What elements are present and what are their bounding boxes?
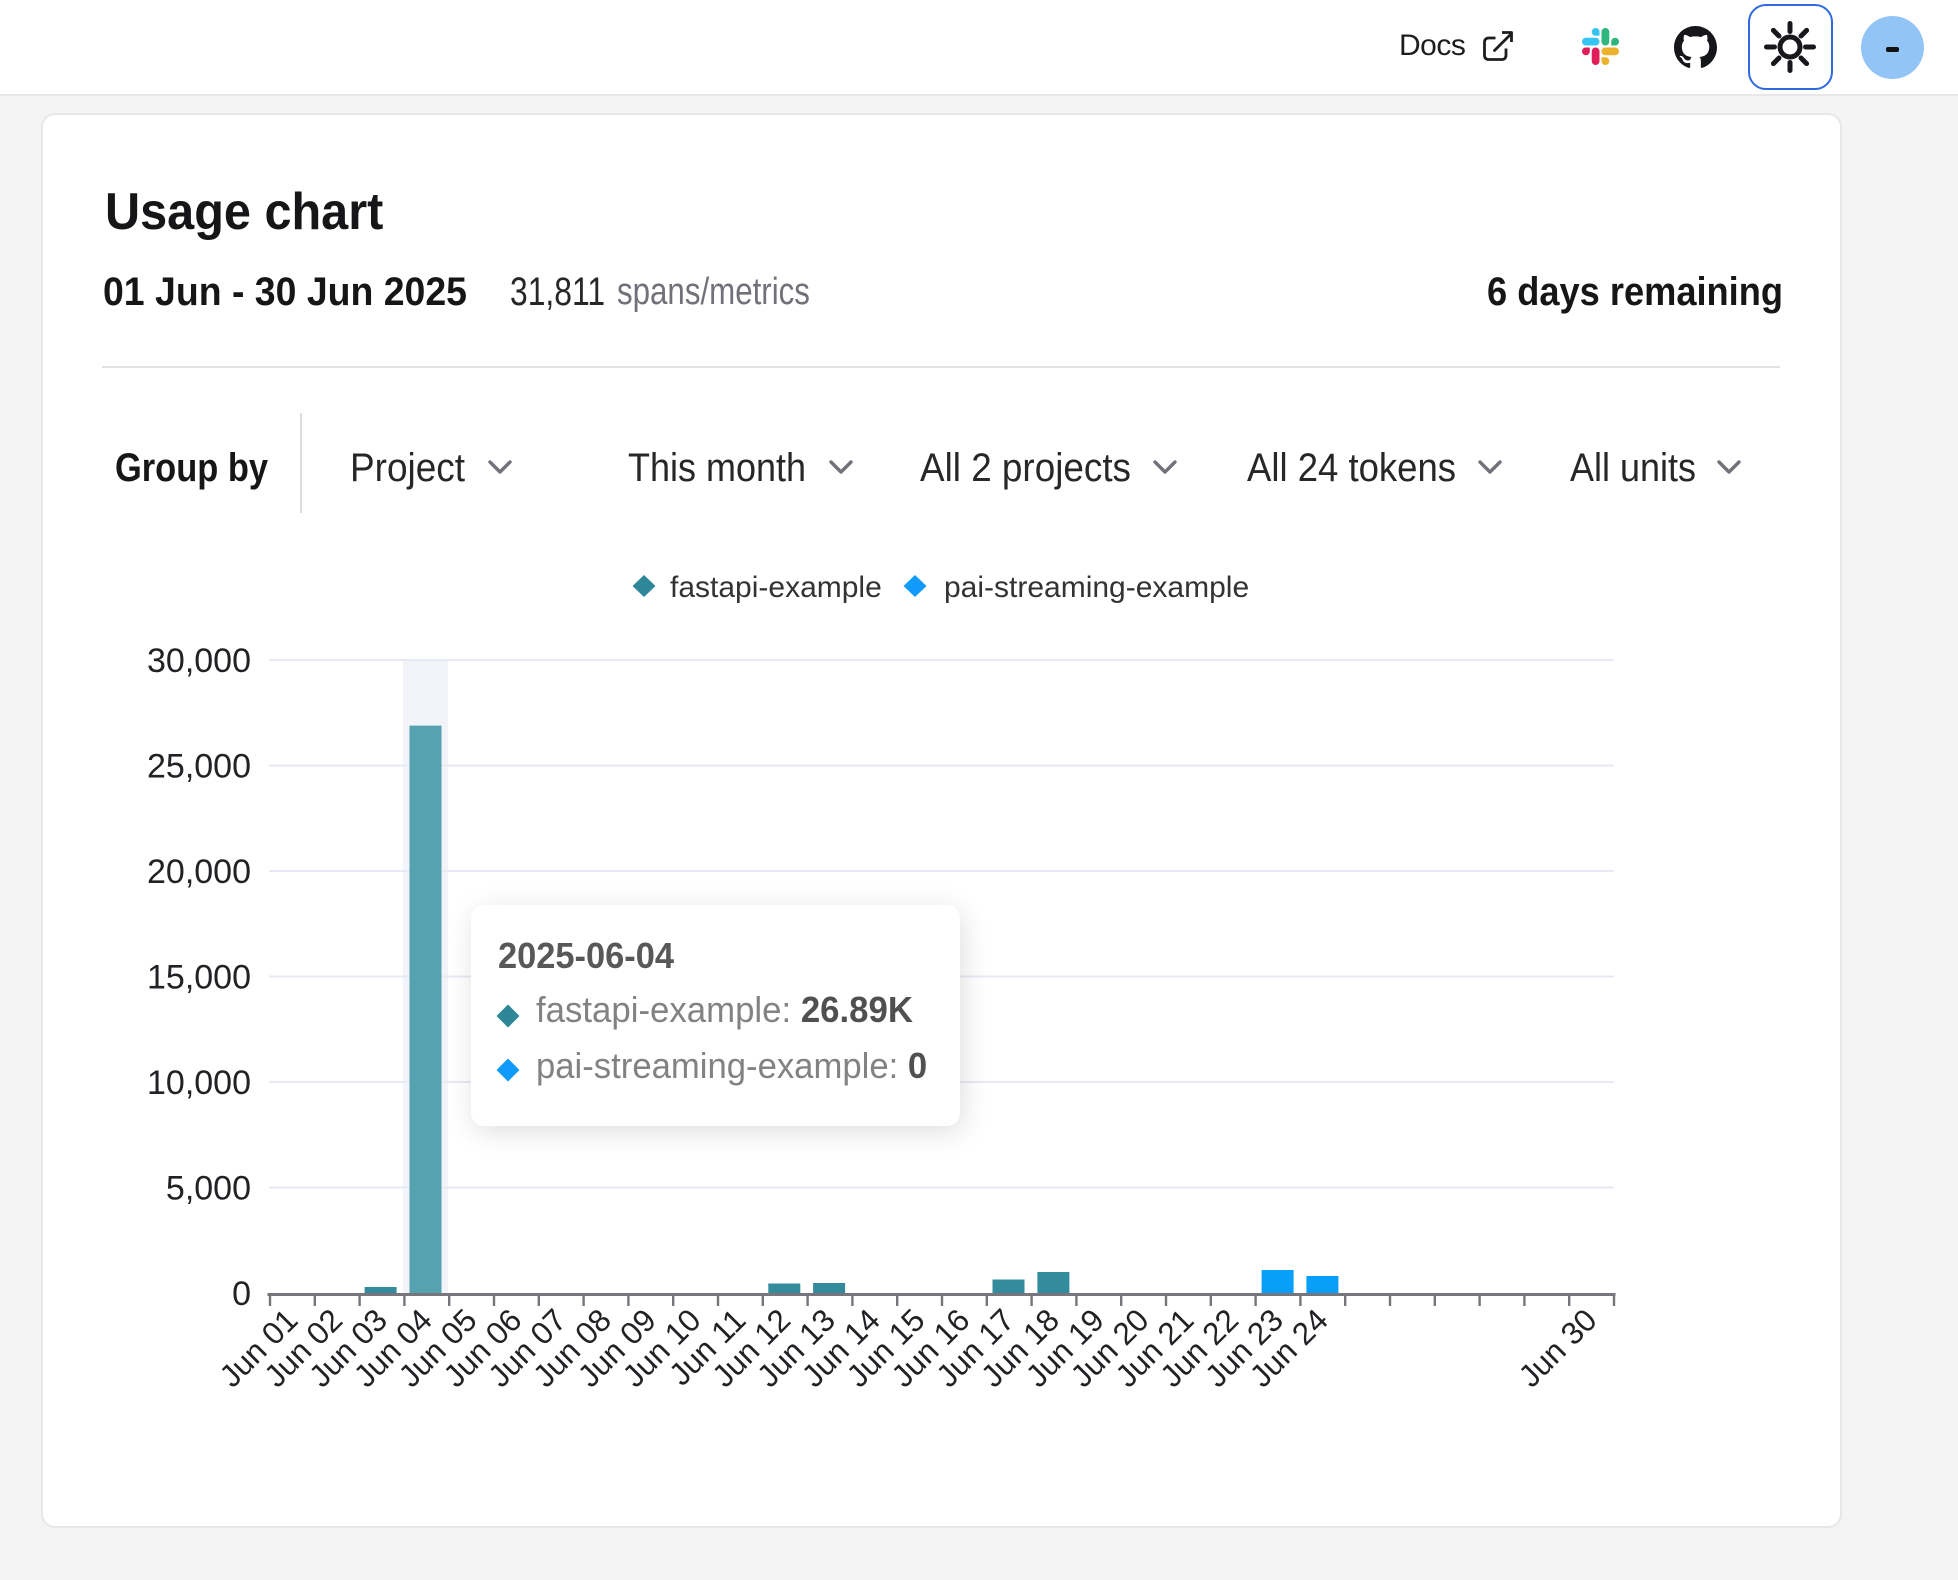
svg-text:20,000: 20,000 — [147, 853, 251, 891]
svg-text:10,000: 10,000 — [147, 1064, 251, 1102]
svg-text:15,000: 15,000 — [147, 959, 251, 997]
svg-text:fastapi-example: fastapi-example — [670, 571, 882, 604]
svg-text:Jun 30: Jun 30 — [1511, 1302, 1603, 1394]
svg-text:30,000: 30,000 — [147, 642, 251, 680]
svg-text:25,000: 25,000 — [147, 748, 251, 786]
svg-text:pai-streaming-example: pai-streaming-example — [944, 571, 1249, 604]
svg-text:0: 0 — [232, 1275, 251, 1313]
svg-text:5,000: 5,000 — [166, 1170, 251, 1208]
